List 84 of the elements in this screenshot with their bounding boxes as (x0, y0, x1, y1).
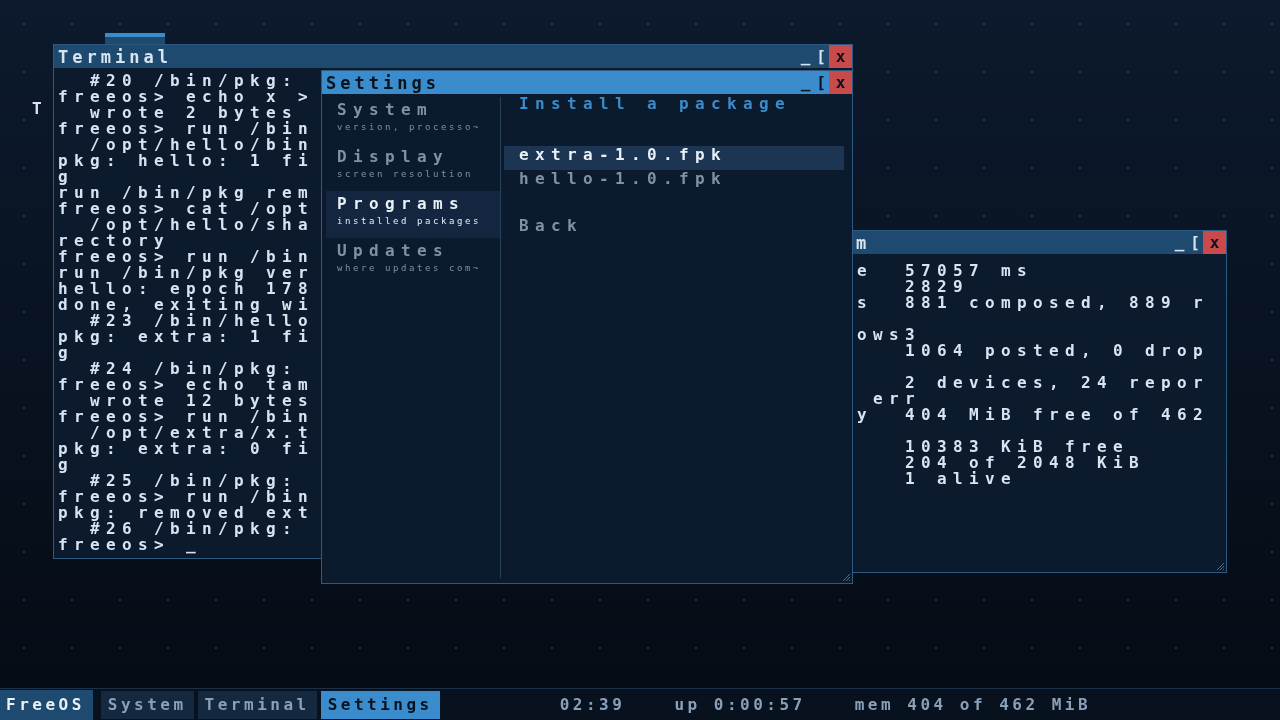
window-title: Settings (326, 74, 441, 91)
sidebar-item-subtitle: installed packages (337, 216, 482, 226)
terminal-line: freeos> run /bin (58, 121, 315, 137)
terminal-line: g (58, 345, 74, 361)
sidebar-item[interactable]: Programs installed packages (326, 191, 500, 238)
sidebar-item-title: Programs (337, 196, 467, 212)
sidebar-item-title: Updates (337, 243, 451, 259)
stat-value: 1064 posted, 0 drop (905, 343, 1210, 359)
sidebar-item-title: Display (337, 149, 451, 165)
sidebar-item-subtitle: where updates com~ (337, 263, 482, 273)
terminal-line: pkg: extra: 0 fi (58, 441, 315, 457)
terminal-line: hello: epoch 178 (58, 281, 315, 297)
resize-grip-icon[interactable] (842, 573, 851, 582)
terminal-line: pkg: extra: 1 fi (58, 329, 315, 345)
terminal-prompt: freeos> (58, 537, 171, 553)
terminal-line: freeos> echo x > (58, 89, 315, 105)
terminal-line: pkg: removed ext (58, 505, 315, 521)
section-heading: Install a package (518, 96, 793, 112)
maximize-button[interactable]: [ (813, 45, 829, 68)
back-button[interactable]: Back (519, 218, 583, 234)
minimize-button[interactable]: _ (797, 71, 814, 94)
stat-value: 204 of 2048 KiB (905, 455, 1146, 471)
terminal-line: /opt/extra/x.t (89, 425, 315, 441)
memory-status: mem 404 of 462 MiB (854, 696, 1092, 713)
sidebar-item-title: System (337, 102, 435, 118)
window-title: m (856, 234, 872, 251)
terminal-line: #20 /bin/pkg: (89, 73, 299, 89)
minimize-button[interactable]: _ (797, 45, 814, 68)
desktop-text: T (32, 101, 48, 117)
maximize-button[interactable]: [ (813, 71, 829, 94)
terminal-line: run /bin/pkg rem (58, 185, 315, 201)
close-button[interactable]: x (829, 45, 852, 68)
sidebar-item[interactable]: Display screen resolution (326, 144, 500, 191)
close-button[interactable]: x (1203, 231, 1226, 254)
terminal-line: done, exiting wi (58, 297, 315, 313)
stat-value: 2 devices, 24 repor (905, 375, 1210, 391)
clock: 02:39 (559, 696, 626, 713)
maximize-button[interactable]: [ (1187, 231, 1203, 254)
uptime: up 0:00:57 (674, 696, 806, 713)
stat-label: y (857, 407, 874, 423)
sidebar-item-subtitle: screen resolution (337, 169, 474, 179)
stat-label: ows (857, 327, 905, 343)
terminal-line: wrote 12 bytes (89, 393, 315, 409)
terminal-line: g (58, 457, 74, 473)
window-title: Terminal (58, 48, 173, 65)
sidebar-item[interactable]: System version, processo~ (326, 97, 500, 144)
package-item[interactable]: extra-1.0.fpk (504, 146, 844, 170)
stat-value: 1 alive (905, 471, 1018, 487)
start-button[interactable]: FreeOS (0, 689, 93, 720)
terminal-line: rectory (58, 233, 171, 249)
stat-value: 2829 (905, 279, 969, 295)
taskbar-button[interactable]: Terminal (197, 690, 317, 719)
terminal-line: freeos> run /bin (58, 489, 315, 505)
terminal-line: wrote 2 bytes (89, 105, 299, 121)
terminal-line: /opt/hello/sha (90, 217, 315, 233)
terminal-line: #24 /bin/pkg: (89, 361, 299, 377)
stat-label: s (857, 295, 874, 311)
taskbar-button[interactable]: System (100, 690, 194, 719)
stat-value: 404 MiB free of 462 (905, 407, 1210, 423)
terminal-line: /opt/hello/bin (89, 137, 315, 153)
stat-value: 3 (905, 327, 921, 343)
taskbar-button[interactable]: Settings (320, 690, 440, 719)
resize-grip-icon[interactable] (1216, 562, 1225, 571)
terminal-line: freeos> run /bin (58, 409, 315, 425)
terminal-line: freeos> cat /opt (58, 201, 315, 217)
terminal-line: #26 /bin/pkg: (90, 521, 299, 537)
terminal-line: g (58, 169, 74, 185)
stat-value: err (873, 391, 921, 407)
stat-label: e (857, 263, 874, 279)
text-cursor: _ (186, 537, 203, 553)
stat-value: 57057 ms (905, 263, 1034, 279)
sidebar-item-subtitle: version, processo~ (337, 122, 482, 132)
sidebar-item[interactable]: Updates where updates com~ (326, 238, 500, 285)
terminal-line: freeos> run /bin (58, 249, 315, 265)
minimize-button[interactable]: _ (1171, 231, 1188, 254)
terminal-line: pkg: hello: 1 fi (58, 153, 315, 169)
terminal-line: freeos> echo tam (58, 377, 315, 393)
stat-value: 881 composed, 889 r (905, 295, 1210, 311)
package-item[interactable]: hello-1.0.fpk (504, 170, 844, 194)
close-button[interactable]: x (829, 71, 852, 94)
terminal-line: #25 /bin/pkg: (89, 473, 299, 489)
stat-value: 10383 KiB free (905, 439, 1130, 455)
terminal-line: run /bin/pkg ver (58, 265, 315, 281)
terminal-line: #23 /bin/hello (90, 313, 315, 329)
